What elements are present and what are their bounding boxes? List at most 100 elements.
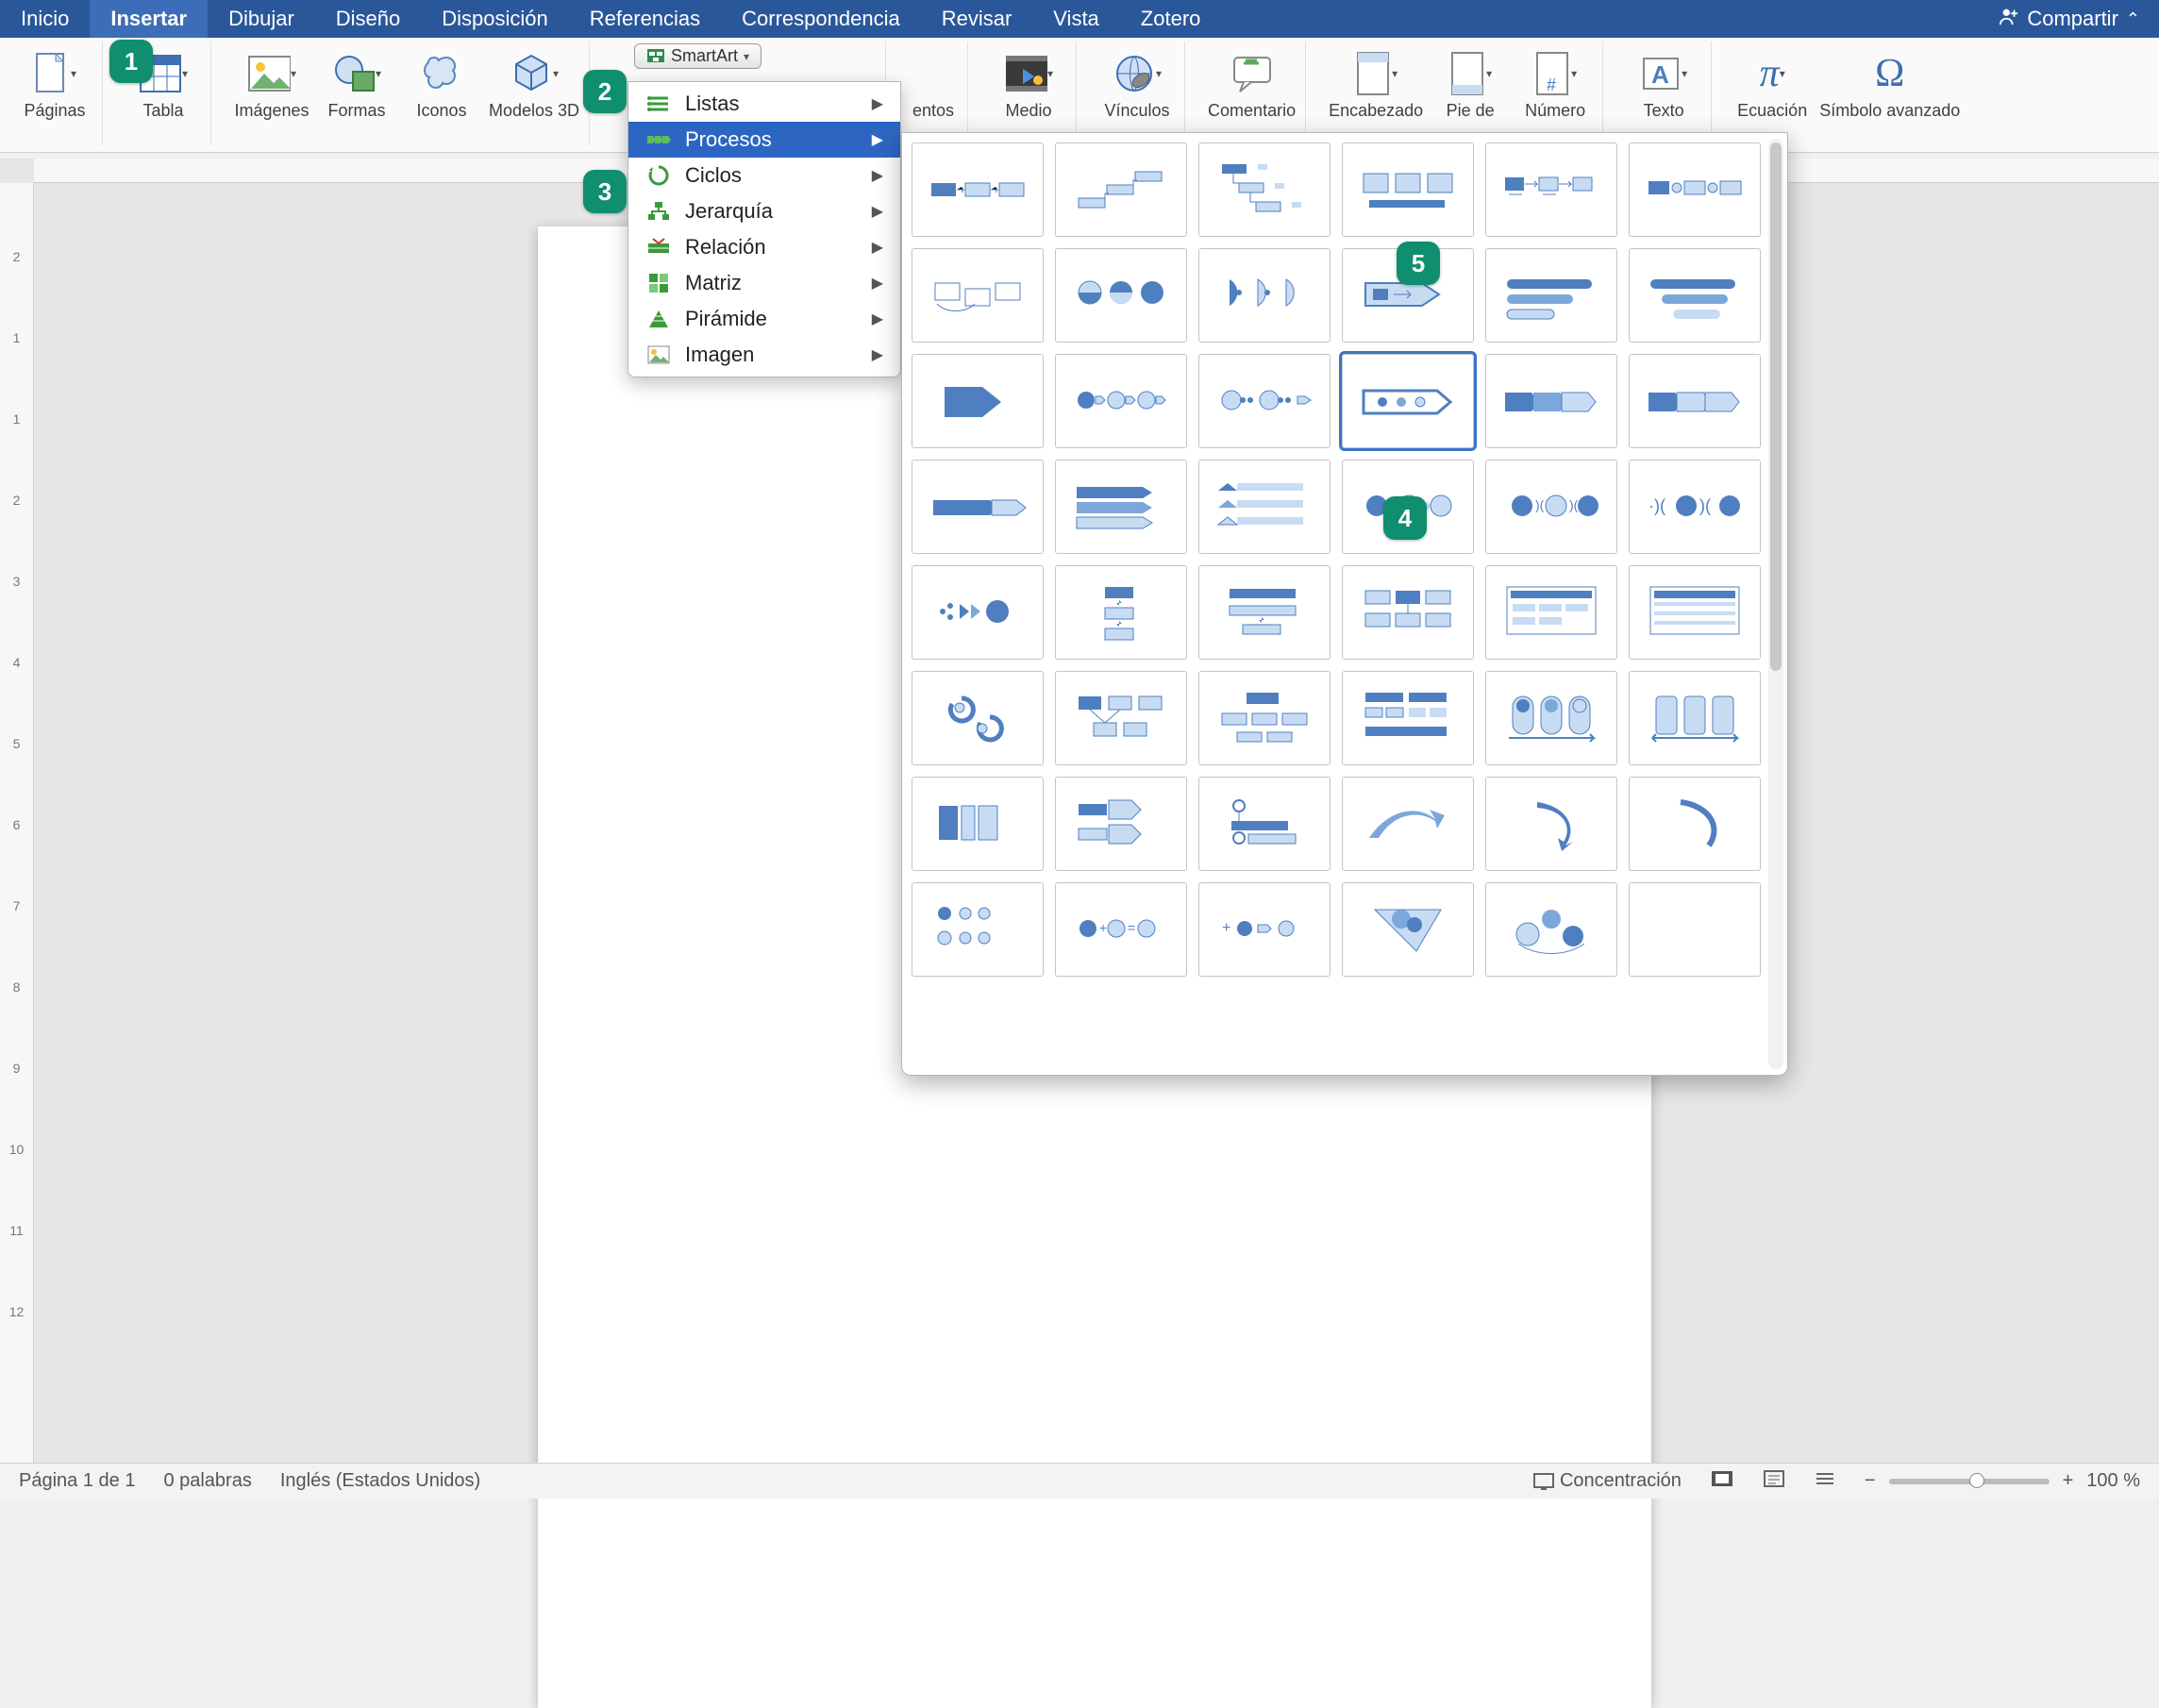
menu-item-jerarquia[interactable]: Jerarquía ▶ [628, 193, 900, 229]
gallery-thumbnail[interactable] [1342, 142, 1474, 237]
tab-diseno[interactable]: Diseño [315, 0, 421, 38]
gallery-thumbnail[interactable] [1342, 671, 1474, 765]
tab-correspondencia[interactable]: Correspondencia [721, 0, 921, 38]
iconos-button[interactable]: Iconos [404, 45, 479, 121]
view-print-button[interactable] [1710, 1469, 1734, 1494]
status-bar: Página 1 de 1 0 palabras Inglés (Estados… [0, 1463, 2159, 1499]
menu-item-relacion[interactable]: Relación ▶ [628, 229, 900, 265]
gallery-thumbnail[interactable] [912, 354, 1044, 448]
zoom-slider[interactable] [1889, 1479, 2050, 1484]
gallery-thumbnail[interactable] [1629, 354, 1761, 448]
simbolo-button[interactable]: Ω Símbolo avanzado [1819, 45, 1960, 121]
gallery-scrollbar[interactable] [1768, 139, 1783, 1069]
ecuacion-button[interactable]: π▾ Ecuación [1734, 45, 1810, 121]
collapse-ribbon-icon[interactable]: ⌃ [2126, 9, 2140, 29]
gallery-thumbnail[interactable] [1629, 882, 1761, 977]
gallery-thumbnail[interactable] [1629, 565, 1761, 660]
gallery-thumbnail[interactable] [1342, 565, 1474, 660]
gallery-thumbnail[interactable] [1485, 354, 1617, 448]
comentario-button[interactable]: Comentario [1208, 45, 1296, 121]
gallery-thumbnail[interactable] [1198, 248, 1331, 343]
gallery-thumbnail[interactable] [912, 882, 1044, 977]
gallery-thumbnail[interactable] [1198, 671, 1331, 765]
gallery-thumbnail[interactable]: += [1055, 882, 1187, 977]
gallery-thumbnail[interactable] [1629, 142, 1761, 237]
menu-item-listas[interactable]: Listas ▶ [628, 86, 900, 122]
gallery-thumbnail[interactable] [1485, 565, 1617, 660]
menu-item-procesos[interactable]: Procesos ▶ [628, 122, 900, 158]
tab-insertar[interactable]: Insertar [90, 0, 208, 38]
gallery-thumbnail[interactable] [912, 142, 1044, 237]
gallery-thumbnail[interactable] [1055, 354, 1187, 448]
gallery-thumbnail[interactable] [1055, 565, 1187, 660]
gallery-thumbnail[interactable] [1485, 882, 1617, 977]
partial-button[interactable]: entos [909, 45, 958, 121]
gallery-thumbnail[interactable] [912, 248, 1044, 343]
gallery-thumbnail[interactable] [1198, 354, 1331, 448]
gallery-thumbnail[interactable] [912, 460, 1044, 554]
zoom-in-button[interactable]: + [2063, 1470, 2074, 1492]
gallery-thumbnail[interactable] [1198, 460, 1331, 554]
gallery-thumbnail[interactable] [1055, 777, 1187, 871]
numero-button[interactable]: #▾ Número [1517, 45, 1593, 121]
medio-button[interactable]: ▾ Medio [991, 45, 1066, 121]
view-web-button[interactable] [1814, 1469, 1836, 1494]
gallery-thumbnail[interactable] [1629, 777, 1761, 871]
gallery-thumbnail[interactable] [1485, 142, 1617, 237]
svg-text:)(: )( [1535, 497, 1545, 512]
pyramid-icon [645, 308, 672, 330]
status-page[interactable]: Página 1 de 1 [19, 1470, 135, 1492]
gallery-thumbnail[interactable] [1342, 777, 1474, 871]
tab-inicio[interactable]: Inicio [0, 0, 90, 38]
menu-item-piramide[interactable]: Pirámide ▶ [628, 301, 900, 337]
tab-referencias[interactable]: Referencias [569, 0, 721, 38]
gallery-thumbnail[interactable]: + [1198, 882, 1331, 977]
gallery-thumbnail[interactable] [1629, 671, 1761, 765]
focus-mode-button[interactable]: Concentración [1533, 1470, 1682, 1492]
vinculos-button[interactable]: ▾ Vínculos [1099, 45, 1175, 121]
encabezado-button[interactable]: ▾ Encabezado [1329, 45, 1423, 121]
gallery-thumbnail[interactable]: ·)()( [1629, 460, 1761, 554]
gallery-thumbnail[interactable] [1485, 248, 1617, 343]
ruler-vertical[interactable]: 21 12 34 56 78 910 1112 [0, 183, 34, 1463]
gallery-thumbnail[interactable] [1198, 777, 1331, 871]
gallery-thumbnail[interactable] [1342, 354, 1474, 448]
menu-item-matriz[interactable]: Matriz ▶ [628, 265, 900, 301]
status-words[interactable]: 0 palabras [163, 1470, 251, 1492]
tab-zotero[interactable]: Zotero [1120, 0, 1222, 38]
gallery-thumbnail[interactable] [1055, 248, 1187, 343]
formas-button[interactable]: ▾ Formas [319, 45, 394, 121]
status-language[interactable]: Inglés (Estados Unidos) [280, 1470, 480, 1492]
svg-text:+: + [1099, 920, 1107, 935]
zoom-out-button[interactable]: − [1865, 1470, 1876, 1492]
smartart-button[interactable]: SmartArt ▾ [634, 43, 762, 69]
gallery-thumbnail[interactable] [1485, 671, 1617, 765]
gallery-thumbnail[interactable] [1055, 142, 1187, 237]
gallery-thumbnail[interactable] [912, 671, 1044, 765]
tab-dibujar[interactable]: Dibujar [208, 0, 315, 38]
gallery-thumbnail[interactable] [912, 565, 1044, 660]
paginas-button[interactable]: ▾ Páginas [17, 45, 92, 121]
gallery-thumbnail[interactable] [1485, 777, 1617, 871]
share-button[interactable]: Compartir [2027, 7, 2118, 31]
tab-revisar[interactable]: Revisar [921, 0, 1033, 38]
gallery-thumbnail[interactable] [1055, 460, 1187, 554]
gallery-thumbnail[interactable]: )( )( [1485, 460, 1617, 554]
piede-button[interactable]: ▾ Pie de [1432, 45, 1508, 121]
svg-text:)(: )( [1569, 497, 1579, 512]
zoom-level[interactable]: 100 % [2086, 1470, 2140, 1492]
gallery-thumbnail[interactable] [1629, 248, 1761, 343]
menu-item-ciclos[interactable]: Ciclos ▶ [628, 158, 900, 193]
gallery-thumbnail[interactable] [1198, 565, 1331, 660]
menu-item-imagen[interactable]: Imagen ▶ [628, 337, 900, 373]
texto-button[interactable]: A▾ Texto [1626, 45, 1701, 121]
modelos3d-button[interactable]: ▾ Modelos 3D [489, 45, 579, 121]
view-read-button[interactable] [1763, 1469, 1785, 1494]
tab-disposicion[interactable]: Disposición [421, 0, 569, 38]
gallery-thumbnail[interactable] [1055, 671, 1187, 765]
gallery-thumbnail[interactable] [1342, 882, 1474, 977]
gallery-thumbnail[interactable] [912, 777, 1044, 871]
tab-vista[interactable]: Vista [1032, 0, 1120, 38]
gallery-thumbnail[interactable] [1198, 142, 1331, 237]
imagenes-button[interactable]: ▾ Imágenes [234, 45, 310, 121]
